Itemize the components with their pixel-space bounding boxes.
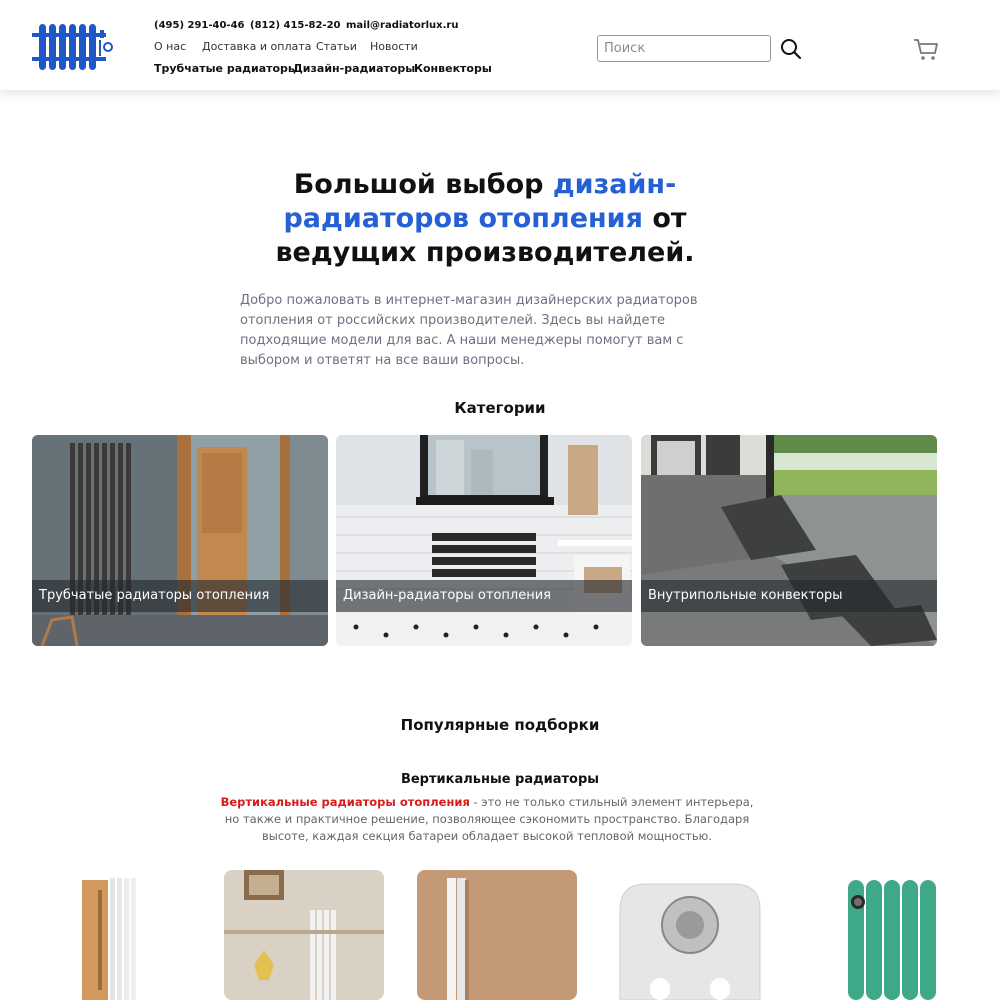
phone-spb[interactable]: (812) 415-82-20	[250, 20, 341, 31]
email-link[interactable]: mail@radiatorlux.ru	[346, 20, 458, 31]
cart-icon[interactable]	[912, 36, 940, 62]
site-header: (495) 291-40-46 (812) 415-82-20 mail@rad…	[0, 0, 1000, 90]
search-icon[interactable]	[778, 36, 804, 62]
nav-about[interactable]: О нас	[154, 40, 186, 53]
categories-title: Категории	[454, 399, 546, 417]
category-image-convectors	[641, 435, 937, 646]
category-caption-tubular: Трубчатые радиаторы отопления	[32, 580, 328, 612]
category-caption-convectors: Внутрипольные конвекторы	[641, 580, 937, 612]
category-card-convectors[interactable]: Внутрипольные конвекторы	[641, 435, 937, 646]
description-highlight-link[interactable]: Вертикальные радиаторы отопления	[221, 795, 470, 809]
nav-convectors[interactable]: Конвекторы	[414, 62, 492, 75]
radiator-logo-icon[interactable]	[30, 20, 116, 74]
nav-news[interactable]: Новости	[370, 40, 418, 53]
category-caption-design: Дизайн-радиаторы отопления	[336, 580, 632, 612]
popular-title: Популярные подборки	[400, 716, 600, 734]
vertical-radiators-description: Вертикальные радиаторы отопления - это н…	[220, 795, 754, 843]
hero-title: Большой выбор дизайн-радиаторов отоплени…	[275, 169, 695, 268]
nav-tubular-radiators[interactable]: Трубчатые радиаторы	[154, 62, 298, 75]
nav-delivery[interactable]: Доставка и оплата	[202, 40, 311, 53]
product-image-3[interactable]	[417, 870, 577, 1000]
category-image-design	[336, 435, 632, 646]
nav-articles[interactable]: Статьи	[316, 40, 357, 53]
category-image-tubular	[32, 435, 328, 646]
product-image-1[interactable]	[70, 870, 160, 1000]
category-card-tubular[interactable]: Трубчатые радиаторы отопления	[32, 435, 328, 646]
phone-msk[interactable]: (495) 291-40-46	[154, 20, 245, 31]
category-card-design[interactable]: Дизайн-радиаторы отопления	[336, 435, 632, 646]
vertical-radiators-title: Вертикальные радиаторы	[400, 772, 600, 787]
product-image-4[interactable]	[610, 870, 770, 1000]
nav-design-radiators[interactable]: Дизайн-радиаторы	[293, 62, 415, 75]
product-image-5[interactable]	[840, 870, 938, 1000]
product-image-2[interactable]	[224, 870, 384, 1000]
search-input[interactable]	[597, 35, 771, 62]
hero-description: Добро пожаловать в интернет-магазин диза…	[240, 293, 698, 368]
